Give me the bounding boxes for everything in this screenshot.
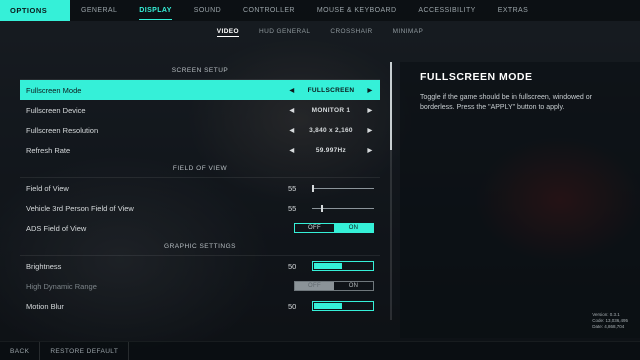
tab-display[interactable]: DISPLAY bbox=[128, 0, 183, 21]
motion-blur-bar[interactable]: 50 bbox=[288, 301, 374, 311]
selector-value: MONITOR 1 bbox=[311, 106, 351, 114]
setting-high-dynamic-range: High Dynamic Range OFF ON bbox=[20, 276, 380, 296]
sub-navigation: VIDEO HUD GENERAL CROSSHAIR MINIMAP bbox=[0, 22, 640, 40]
tab-general[interactable]: GENERAL bbox=[70, 0, 128, 21]
right-arrow-icon[interactable]: ▶ bbox=[366, 107, 374, 114]
back-button[interactable]: BACK bbox=[0, 341, 41, 360]
restore-default-button[interactable]: RESTORE DEFAULT bbox=[40, 341, 130, 360]
slider-value: 55 bbox=[288, 183, 297, 193]
subtab-video[interactable]: VIDEO bbox=[207, 22, 249, 40]
setting-label: Refresh Rate bbox=[26, 145, 71, 155]
bar-fill bbox=[314, 303, 342, 309]
description-title: FULLSCREEN MODE bbox=[420, 71, 533, 83]
left-arrow-icon[interactable]: ◀ bbox=[288, 127, 296, 134]
bar-value: 50 bbox=[288, 261, 297, 271]
top-navigation: OPTIONS GENERAL DISPLAY SOUND CONTROLLER… bbox=[0, 0, 640, 21]
description-text: Toggle if the game should be in fullscre… bbox=[420, 94, 592, 111]
right-arrow-icon[interactable]: ▶ bbox=[366, 87, 374, 94]
subtab-hud-general[interactable]: HUD GENERAL bbox=[249, 22, 320, 40]
setting-fullscreen-resolution[interactable]: Fullscreen Resolution ◀ 3,840 x 2,160 ▶ bbox=[20, 120, 380, 140]
tab-sound[interactable]: SOUND bbox=[183, 0, 232, 21]
setting-refresh-rate[interactable]: Refresh Rate ◀ 59.997Hz ▶ bbox=[20, 140, 380, 160]
setting-label: Brightness bbox=[26, 261, 62, 271]
settings-list: SCREEN SETUP Fullscreen Mode ◀ FULLSCREE… bbox=[20, 62, 396, 320]
fullscreen-resolution-selector[interactable]: ◀ 3,840 x 2,160 ▶ bbox=[288, 127, 374, 134]
tab-mouse-keyboard[interactable]: MOUSE & KEYBOARD bbox=[306, 0, 408, 21]
bar-track[interactable] bbox=[312, 301, 374, 311]
setting-brightness[interactable]: Brightness 50 bbox=[20, 256, 380, 276]
setting-ads-fov[interactable]: ADS Field of View OFF ON bbox=[20, 218, 380, 238]
hdr-toggle: OFF ON bbox=[294, 281, 374, 291]
setting-field-of-view[interactable]: Field of View 55 bbox=[20, 178, 380, 198]
setting-fullscreen-device[interactable]: Fullscreen Device ◀ MONITOR 1 ▶ bbox=[20, 100, 380, 120]
slider-track[interactable] bbox=[312, 184, 374, 192]
left-arrow-icon[interactable]: ◀ bbox=[288, 107, 296, 114]
section-header-screen-setup: SCREEN SETUP bbox=[20, 62, 380, 80]
top-tabs: GENERAL DISPLAY SOUND CONTROLLER MOUSE &… bbox=[70, 0, 539, 21]
tab-controller[interactable]: CONTROLLER bbox=[232, 0, 306, 21]
toggle-off[interactable]: OFF bbox=[295, 224, 334, 232]
left-arrow-icon[interactable]: ◀ bbox=[288, 87, 296, 94]
version-info: Version: 0.3.1 Code: 13,036,495 Date: 4,… bbox=[592, 312, 628, 330]
right-arrow-icon[interactable]: ▶ bbox=[366, 147, 374, 154]
options-title: OPTIONS bbox=[0, 0, 70, 21]
section-header-field-of-view: FIELD OF VIEW bbox=[20, 160, 380, 178]
setting-motion-blur[interactable]: Motion Blur 50 bbox=[20, 296, 380, 316]
setting-label: Field of View bbox=[26, 183, 69, 193]
bar-fill bbox=[314, 263, 342, 269]
slider-value: 55 bbox=[288, 203, 297, 213]
tab-extras[interactable]: EXTRAS bbox=[487, 0, 539, 21]
section-header-graphic-settings: GRAPHIC SETTINGS bbox=[20, 238, 380, 256]
setting-fullscreen-mode[interactable]: Fullscreen Mode ◀ FULLSCREEN ▶ bbox=[20, 80, 380, 100]
setting-vehicle-fov[interactable]: Vehicle 3rd Person Field of View 55 bbox=[20, 198, 380, 218]
slider-handle[interactable] bbox=[320, 204, 323, 212]
refresh-rate-selector[interactable]: ◀ 59.997Hz ▶ bbox=[288, 147, 374, 154]
settings-scrollbar[interactable] bbox=[390, 62, 392, 320]
setting-label: Fullscreen Mode bbox=[26, 85, 82, 95]
toggle-on[interactable]: ON bbox=[334, 224, 373, 232]
vehicle-fov-slider[interactable]: 55 bbox=[288, 204, 374, 213]
setting-label: ADS Field of View bbox=[26, 223, 87, 233]
slider-handle[interactable] bbox=[312, 184, 314, 192]
scrollbar-thumb[interactable] bbox=[390, 62, 392, 150]
bar-track[interactable] bbox=[312, 261, 374, 271]
brightness-bar[interactable]: 50 bbox=[288, 261, 374, 271]
selector-value: FULLSCREEN bbox=[307, 86, 355, 94]
toggle-on: ON bbox=[348, 283, 359, 289]
ads-fov-toggle[interactable]: OFF ON bbox=[294, 223, 374, 233]
fullscreen-device-selector[interactable]: ◀ MONITOR 1 ▶ bbox=[288, 107, 374, 114]
left-arrow-icon[interactable]: ◀ bbox=[288, 147, 296, 154]
tab-accessibility[interactable]: ACCESSIBILITY bbox=[407, 0, 486, 21]
description-panel: FULLSCREEN MODE Toggle if the game shoul… bbox=[400, 62, 640, 338]
setting-label: Vehicle 3rd Person Field of View bbox=[26, 203, 134, 213]
selector-value: 59.997Hz bbox=[315, 146, 347, 154]
subtab-crosshair[interactable]: CROSSHAIR bbox=[320, 22, 382, 40]
fov-slider[interactable]: 55 bbox=[288, 184, 374, 193]
bottom-bar: BACK RESTORE DEFAULT bbox=[0, 341, 640, 360]
setting-label: High Dynamic Range bbox=[26, 281, 97, 291]
date-line: Date: 4,868,704 bbox=[592, 324, 625, 329]
bar-value: 50 bbox=[288, 301, 297, 311]
subtab-minimap[interactable]: MINIMAP bbox=[383, 22, 434, 40]
fullscreen-mode-selector[interactable]: ◀ FULLSCREEN ▶ bbox=[288, 87, 374, 94]
setting-label: Fullscreen Resolution bbox=[26, 125, 99, 135]
setting-label: Fullscreen Device bbox=[26, 105, 86, 115]
slider-track[interactable] bbox=[312, 204, 374, 212]
toggle-off: OFF bbox=[295, 282, 334, 290]
right-arrow-icon[interactable]: ▶ bbox=[366, 127, 374, 134]
setting-label: Motion Blur bbox=[26, 301, 64, 311]
selector-value: 3,840 x 2,160 bbox=[309, 126, 353, 134]
